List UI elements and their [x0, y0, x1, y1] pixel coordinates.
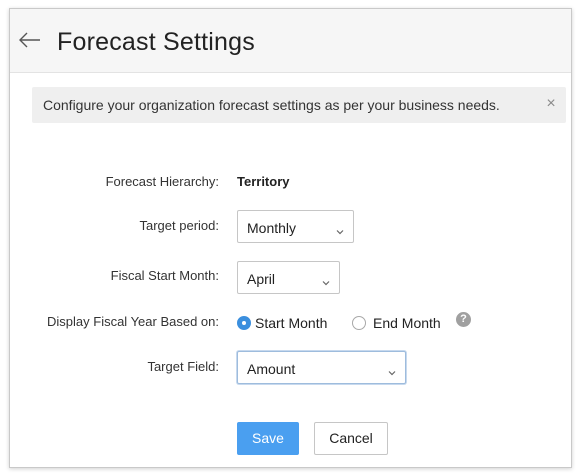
target-period-label: Target period:: [139, 218, 220, 233]
close-icon[interactable]: ×: [542, 95, 560, 113]
radio-start-month[interactable]: [237, 316, 251, 330]
chevron-down-icon: [336, 223, 344, 235]
info-banner: Configure your organization forecast set…: [32, 87, 566, 123]
fiscal-start-month-value: April: [247, 271, 276, 287]
fiscal-start-month-select[interactable]: April: [237, 261, 340, 294]
target-period-value: Monthly: [247, 220, 297, 236]
radio-end-month-label[interactable]: End Month: [373, 315, 441, 331]
help-icon[interactable]: ?: [456, 312, 471, 327]
chevron-down-icon: [322, 274, 330, 286]
fiscal-year-radio-group: Start Month End Month: [10, 314, 571, 334]
cancel-button[interactable]: Cancel: [314, 422, 388, 455]
forecast-hierarchy-value: Territory: [237, 174, 290, 189]
save-button[interactable]: Save: [237, 422, 299, 455]
radio-start-month-label[interactable]: Start Month: [255, 315, 327, 331]
forecast-settings-panel: Forecast Settings Configure your organiz…: [9, 8, 572, 468]
target-period-select[interactable]: Monthly: [237, 210, 354, 243]
arrow-left-icon[interactable]: [18, 31, 42, 49]
chevron-down-icon: [388, 364, 396, 376]
target-field-label: Target Field:: [147, 359, 219, 374]
target-field-select[interactable]: Amount: [237, 351, 406, 384]
radio-end-month[interactable]: [352, 316, 366, 330]
fiscal-start-month-label: Fiscal Start Month:: [110, 268, 219, 283]
header-bar: Forecast Settings: [10, 9, 571, 73]
banner-text: Configure your organization forecast set…: [43, 97, 500, 113]
target-field-value: Amount: [247, 361, 296, 377]
forecast-hierarchy-label: Forecast Hierarchy:: [105, 174, 219, 189]
page-title: Forecast Settings: [57, 28, 255, 56]
